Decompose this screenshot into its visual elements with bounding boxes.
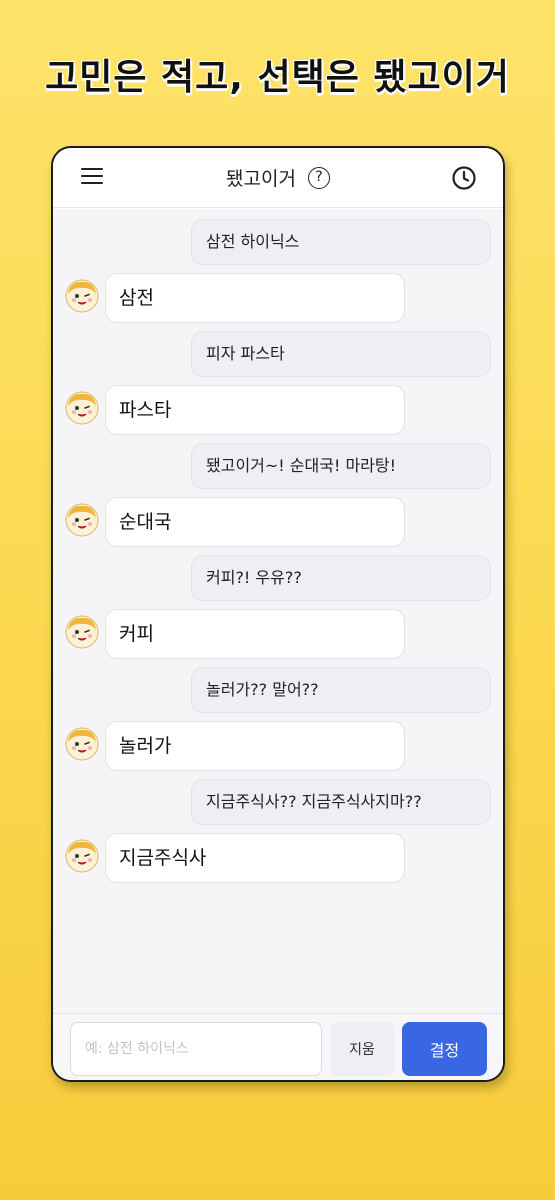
clear-button[interactable]: 지움 [330,1022,394,1076]
bot-avatar-icon [65,615,99,649]
bot-avatar-icon [65,279,99,313]
app-header: 됐고이거 ? [53,148,503,208]
user-message: 피자 파스타 [191,331,491,377]
phone-frame: 됐고이거 ? 삼전 하이닉스 삼전 피자 파스타 파스타 됐고이거~! 순대국!… [51,146,505,1082]
bot-answer: 지금주식사 [105,833,405,883]
user-message: 놀러가?? 말어?? [191,667,491,713]
app-title-group: 됐고이거 ? [53,164,503,191]
decide-button[interactable]: 결정 [402,1022,487,1076]
user-message: 삼전 하이닉스 [191,219,491,265]
app-title: 됐고이거 [226,168,296,190]
user-message: 지금주식사?? 지금주식사지마?? [191,779,491,825]
user-message: 커피?! 우유?? [191,555,491,601]
bot-avatar-icon [65,503,99,537]
bot-answer: 순대국 [105,497,405,547]
clock-history-icon[interactable] [451,165,477,191]
question-input[interactable] [70,1022,322,1076]
bot-avatar-icon [65,391,99,425]
bot-avatar-icon [65,727,99,761]
user-message: 됐고이거~! 순대국! 마라탕! [191,443,491,489]
bot-answer: 파스타 [105,385,405,435]
bot-avatar-icon [65,839,99,873]
input-bar: 지움 결정 [53,1013,503,1080]
chat-area[interactable]: 삼전 하이닉스 삼전 피자 파스타 파스타 됐고이거~! 순대국! 마라탕! 순… [53,209,503,1013]
promo-headline: 고민은 적고, 선택은 됐고이거 [45,57,510,98]
bot-answer: 놀러가 [105,721,405,771]
bot-answer: 삼전 [105,273,405,323]
bot-answer: 커피 [105,609,405,659]
help-icon[interactable]: ? [307,166,330,189]
